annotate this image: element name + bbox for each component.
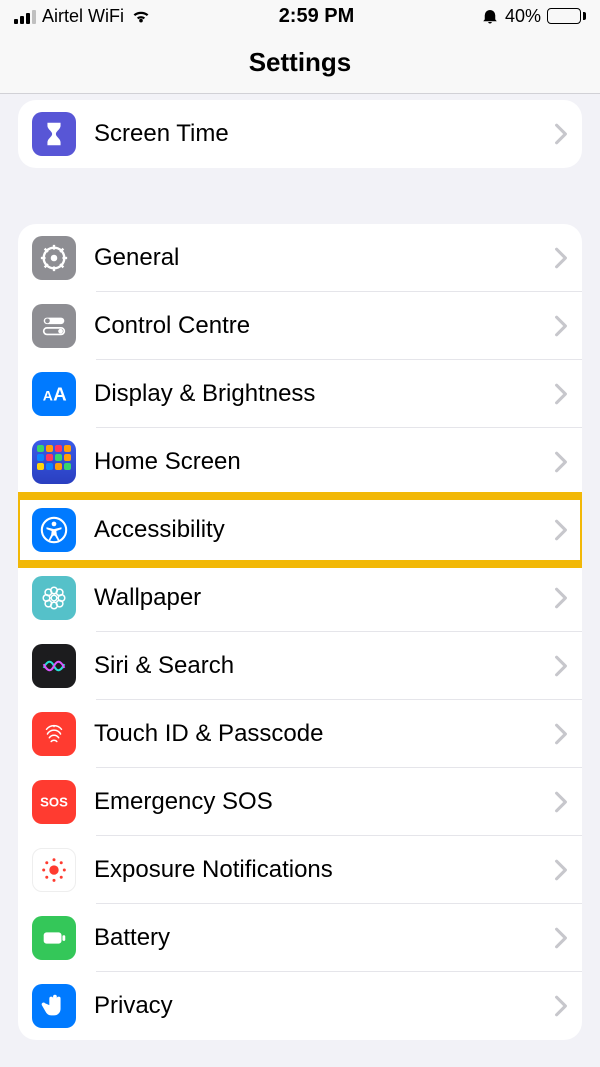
row-label: Wallpaper	[94, 584, 554, 612]
nav-header: Settings	[0, 32, 600, 94]
row-label: General	[94, 244, 554, 272]
settings-row-privacy[interactable]: Privacy	[18, 972, 582, 1040]
settings-row-control-centre[interactable]: Control Centre	[18, 292, 582, 360]
wifi-icon	[130, 5, 152, 27]
battery-percent: 40%	[505, 6, 541, 27]
row-label: Home Screen	[94, 448, 554, 476]
row-label: Privacy	[94, 992, 554, 1020]
row-label: Control Centre	[94, 312, 554, 340]
settings-row-exposure-notifications[interactable]: Exposure Notifications	[18, 836, 582, 904]
settings-row-touch-id-passcode[interactable]: Touch ID & Passcode	[18, 700, 582, 768]
switches-icon	[32, 304, 76, 348]
chevron-right-icon	[554, 655, 568, 677]
battery-icon	[547, 8, 586, 24]
row-label: Accessibility	[94, 516, 554, 544]
settings-row-accessibility[interactable]: Accessibility	[18, 496, 582, 564]
settings-row-siri-search[interactable]: Siri & Search	[18, 632, 582, 700]
chevron-right-icon	[554, 315, 568, 337]
svg-text:SOS: SOS	[40, 795, 68, 810]
row-label: Display & Brightness	[94, 380, 554, 408]
fingerprint-icon	[32, 712, 76, 756]
settings-row-battery[interactable]: Battery	[18, 904, 582, 972]
chevron-right-icon	[554, 383, 568, 405]
settings-content: Screen Time General Control Centre AA Displ…	[0, 100, 600, 1058]
chevron-right-icon	[554, 723, 568, 745]
chevron-right-icon	[554, 927, 568, 949]
chevron-right-icon	[554, 995, 568, 1017]
home-grid-icon	[32, 440, 76, 484]
svg-text:A: A	[43, 388, 53, 404]
settings-row-emergency-sos[interactable]: SOS Emergency SOS	[18, 768, 582, 836]
alarm-icon	[481, 7, 499, 25]
svg-text:A: A	[53, 384, 67, 405]
chevron-right-icon	[554, 123, 568, 145]
highlight-accessibility: Accessibility	[18, 496, 582, 564]
chevron-right-icon	[554, 247, 568, 269]
settings-row-screen-time[interactable]: Screen Time	[18, 100, 582, 168]
row-label: Exposure Notifications	[94, 856, 554, 884]
flower-icon	[32, 576, 76, 620]
row-label: Siri & Search	[94, 652, 554, 680]
sos-icon: SOS	[32, 780, 76, 824]
chevron-right-icon	[554, 859, 568, 881]
settings-row-general[interactable]: General	[18, 224, 582, 292]
hand-icon	[32, 984, 76, 1028]
settings-row-display-brightness[interactable]: AA Display & Brightness	[18, 360, 582, 428]
chevron-right-icon	[554, 791, 568, 813]
chevron-right-icon	[554, 451, 568, 473]
settings-row-home-screen[interactable]: Home Screen	[18, 428, 582, 496]
hourglass-icon	[32, 112, 76, 156]
cellular-signal-icon	[14, 8, 36, 24]
row-label: Emergency SOS	[94, 788, 554, 816]
carrier-label: Airtel WiFi	[42, 6, 124, 27]
clock: 2:59 PM	[279, 5, 355, 28]
chevron-right-icon	[554, 587, 568, 609]
gear-icon	[32, 236, 76, 280]
text-aa-icon: AA	[32, 372, 76, 416]
battery-icon	[32, 916, 76, 960]
status-right: 40%	[481, 6, 586, 27]
accessibility-icon	[32, 508, 76, 552]
page-title: Settings	[249, 47, 352, 78]
row-label: Screen Time	[94, 120, 554, 148]
settings-row-wallpaper[interactable]: Wallpaper	[18, 564, 582, 632]
exposure-icon	[32, 848, 76, 892]
row-label: Battery	[94, 924, 554, 952]
settings-group-screentime: Screen Time	[18, 100, 582, 168]
siri-icon	[32, 644, 76, 688]
status-bar: Airtel WiFi 2:59 PM 40%	[0, 0, 600, 32]
row-label: Touch ID & Passcode	[94, 720, 554, 748]
status-left: Airtel WiFi	[14, 5, 152, 27]
settings-group-main: General Control Centre AA Display & Brightn…	[18, 224, 582, 1040]
chevron-right-icon	[554, 519, 568, 541]
